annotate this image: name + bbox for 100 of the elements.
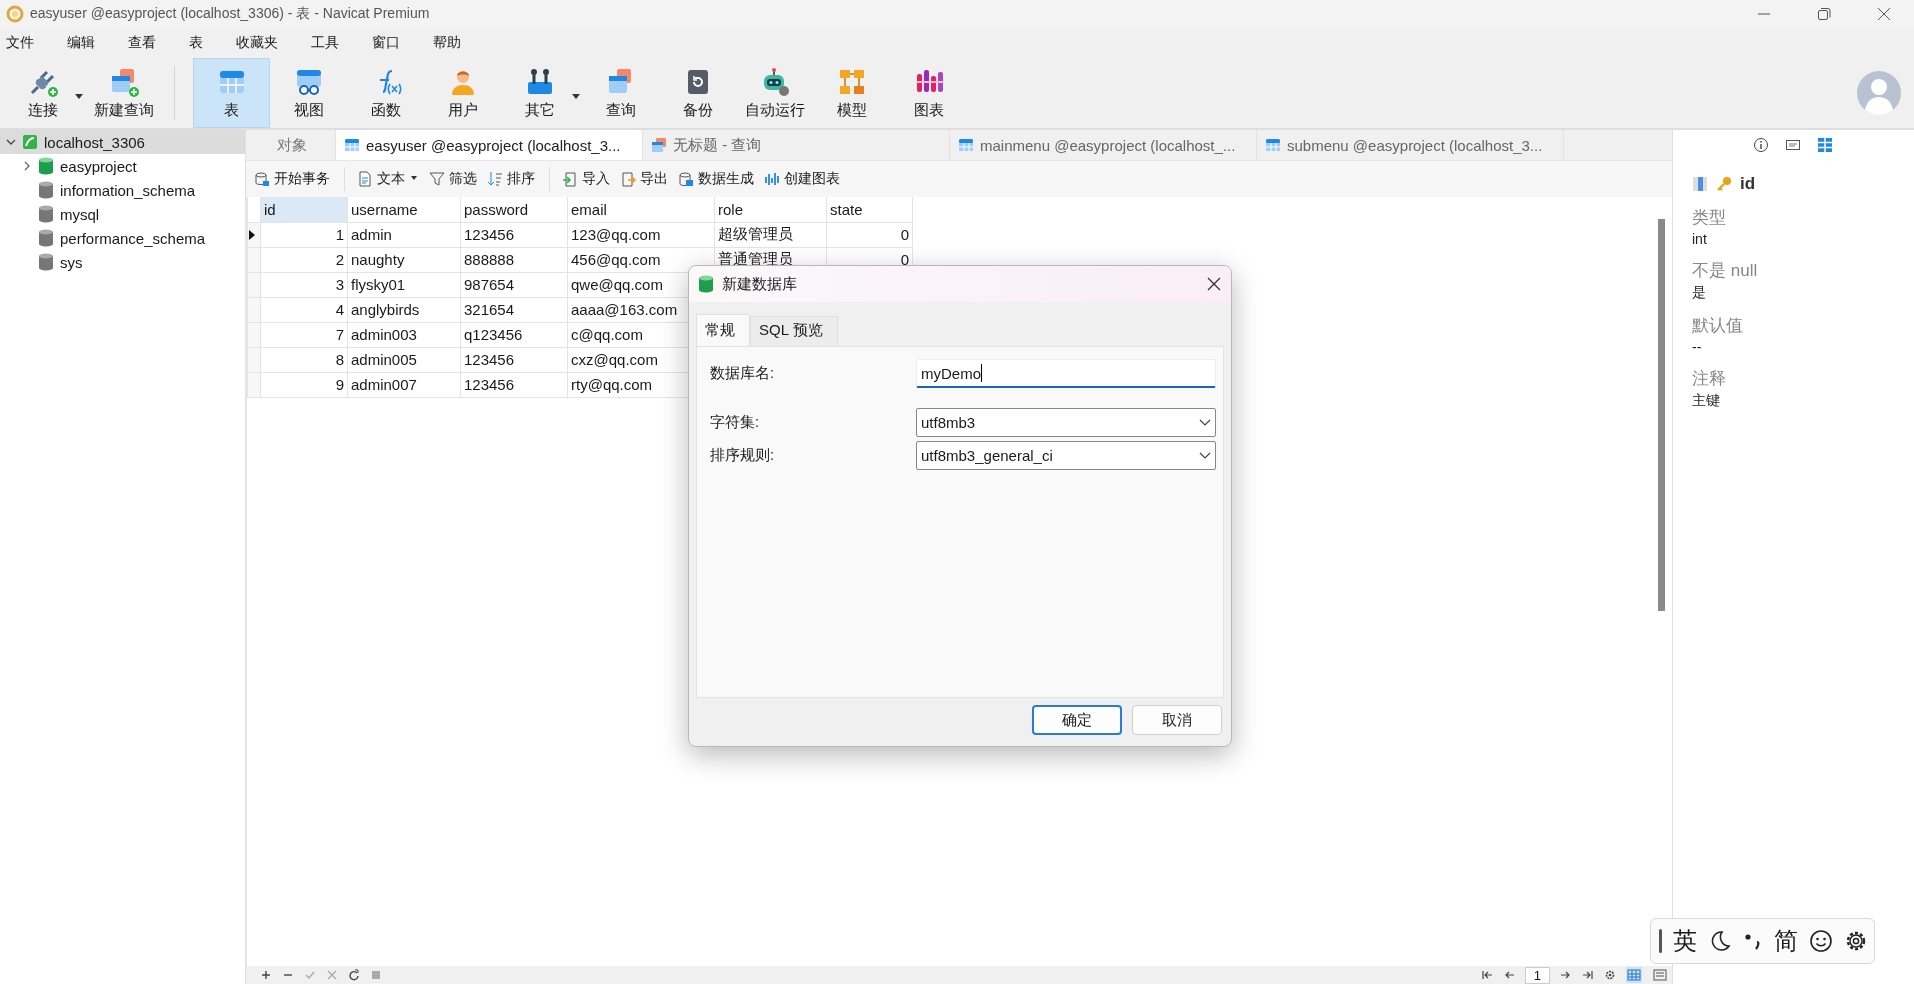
toolbar-button[interactable]: 查询 — [582, 58, 659, 128]
table-cell: 7 — [260, 322, 348, 347]
menu-item[interactable]: 编辑 — [67, 34, 112, 52]
code-view-icon[interactable] — [1785, 137, 1801, 153]
toolbar-button[interactable]: 其它 — [501, 58, 578, 128]
toolbar-button[interactable]: 视图 — [270, 58, 347, 128]
menu-item[interactable]: 表 — [189, 34, 220, 52]
field-label: 字符集: — [710, 413, 761, 432]
table-cell: 9 — [260, 372, 348, 397]
table-cell: admin007 — [347, 372, 461, 397]
table-cell: 2 — [260, 247, 348, 272]
dropdown[interactable]: utf8mb3 — [916, 408, 1216, 437]
chevron-icon — [1199, 418, 1211, 427]
column-header[interactable]: state — [826, 197, 913, 222]
grid-view-icon[interactable] — [1817, 137, 1833, 153]
toolbar-button[interactable]: 开始事务 — [254, 170, 330, 188]
tab[interactable]: easyuser @easyproject (localhost_3... — [336, 130, 643, 160]
toolbar-button[interactable]: 连接 — [4, 58, 81, 128]
tree-item[interactable]: information_schema — [60, 181, 196, 199]
property-value: 是 — [1692, 284, 1707, 302]
toolbar-button[interactable]: 用户 — [424, 58, 501, 128]
first-page-icon[interactable] — [1480, 969, 1493, 981]
input-field[interactable]: myDemo — [916, 359, 1216, 388]
table-cell: 0 — [826, 222, 913, 247]
field-label: 排序规则: — [710, 446, 776, 465]
toolbar-button[interactable]: 自动运行 — [736, 58, 813, 128]
column-header[interactable]: role — [714, 197, 827, 222]
dialog-button[interactable]: 确定 — [1032, 705, 1122, 735]
property-label: 默认值 — [1692, 315, 1744, 337]
next-page-icon[interactable] — [1560, 969, 1572, 981]
toolbar-button[interactable]: 表 — [193, 58, 270, 128]
table-cell: 1 — [260, 222, 348, 247]
tree-item[interactable]: easyproject — [60, 157, 137, 175]
drag-handle[interactable] — [1659, 929, 1662, 953]
table-cell: 123456 — [460, 372, 568, 397]
column-header[interactable]: email — [567, 197, 715, 222]
toolbar-button[interactable]: 模型 — [813, 58, 890, 128]
column-header[interactable]: password — [460, 197, 568, 222]
toolbar-button[interactable]: 创建图表 — [764, 170, 840, 188]
table-cell: 4 — [260, 297, 348, 322]
table-icon — [1265, 137, 1281, 153]
column-header[interactable]: username — [347, 197, 461, 222]
table-cell: q123456 — [460, 322, 568, 347]
property-value: int — [1692, 231, 1708, 247]
toolbar-button[interactable]: 备份 — [659, 58, 736, 128]
tree-item[interactable]: mysql — [60, 205, 100, 223]
export-icon — [620, 171, 636, 187]
chevron-icon — [1199, 451, 1211, 460]
emoji-icon[interactable] — [1809, 929, 1833, 953]
toolbar-button[interactable]: 文本 — [357, 170, 419, 188]
tab[interactable]: 常规 — [696, 314, 750, 346]
caret-icon[interactable] — [572, 94, 580, 100]
tree-item[interactable]: sys — [60, 253, 83, 271]
check-icon[interactable] — [304, 969, 316, 981]
toolbar-button[interactable]: 数据生成 — [678, 170, 754, 188]
menu-item[interactable]: 文件 — [6, 34, 51, 52]
dialog-button[interactable]: 取消 — [1132, 705, 1222, 735]
menu-item[interactable]: 窗口 — [372, 34, 417, 52]
table-cell: 987654 — [460, 272, 568, 297]
add-icon[interactable] — [260, 969, 272, 981]
toolbar-button[interactable]: 新建查询 — [85, 58, 162, 128]
table-cell: admin — [347, 222, 461, 247]
tree-item[interactable]: performance_schema — [60, 229, 206, 247]
dialog-title: 新建数据库 — [722, 274, 797, 294]
settings-icon[interactable] — [1604, 969, 1616, 981]
toolbar-button[interactable]: 排序 — [487, 170, 535, 188]
last-page-icon[interactable] — [1582, 969, 1594, 981]
menu-item[interactable]: 收藏夹 — [236, 34, 295, 52]
toolbar-button[interactable]: 函数 — [347, 58, 424, 128]
script-toggle[interactable]: 简 — [1774, 925, 1798, 957]
settings-icon[interactable] — [1844, 929, 1868, 953]
dropdown[interactable]: utf8mb3_general_ci — [916, 441, 1216, 470]
menu-item[interactable]: 工具 — [311, 34, 356, 52]
grid-view-icon[interactable] — [1626, 967, 1642, 983]
menu-item[interactable]: 查看 — [128, 34, 173, 52]
scrollbar-thumb[interactable] — [1657, 219, 1665, 611]
tab[interactable]: SQL 预览 — [750, 316, 838, 346]
toolbar-button[interactable]: 导出 — [620, 170, 668, 188]
chevron-icon[interactable] — [6, 137, 16, 147]
app-logo-icon — [6, 5, 24, 23]
table-icon — [344, 137, 360, 153]
menu-item[interactable]: 帮助 — [433, 34, 478, 52]
refresh-icon[interactable] — [348, 969, 360, 981]
property-label: 不是 null — [1692, 260, 1759, 282]
table-cell: 8 — [260, 347, 348, 372]
window-title: easyuser @easyproject (localhost_3306) - 表 - Navicat Premium — [30, 5, 430, 23]
column-header[interactable]: id — [260, 197, 348, 222]
filter-icon — [429, 171, 445, 187]
query-icon — [651, 137, 667, 153]
info-icon[interactable] — [1753, 137, 1769, 153]
toolbar-button[interactable]: 筛选 — [429, 170, 477, 188]
caret-icon[interactable] — [75, 94, 83, 100]
toolbar-button[interactable]: 图表 — [890, 58, 967, 128]
close-icon[interactable] — [1206, 276, 1222, 292]
page-field[interactable]: 1 — [1524, 966, 1550, 984]
document-icon — [357, 171, 373, 187]
input-mode-toggle[interactable]: 英 — [1673, 925, 1697, 957]
chevron-icon[interactable] — [22, 161, 32, 171]
chart-icon — [764, 171, 780, 187]
toolbar-button[interactable]: 导入 — [562, 170, 610, 188]
